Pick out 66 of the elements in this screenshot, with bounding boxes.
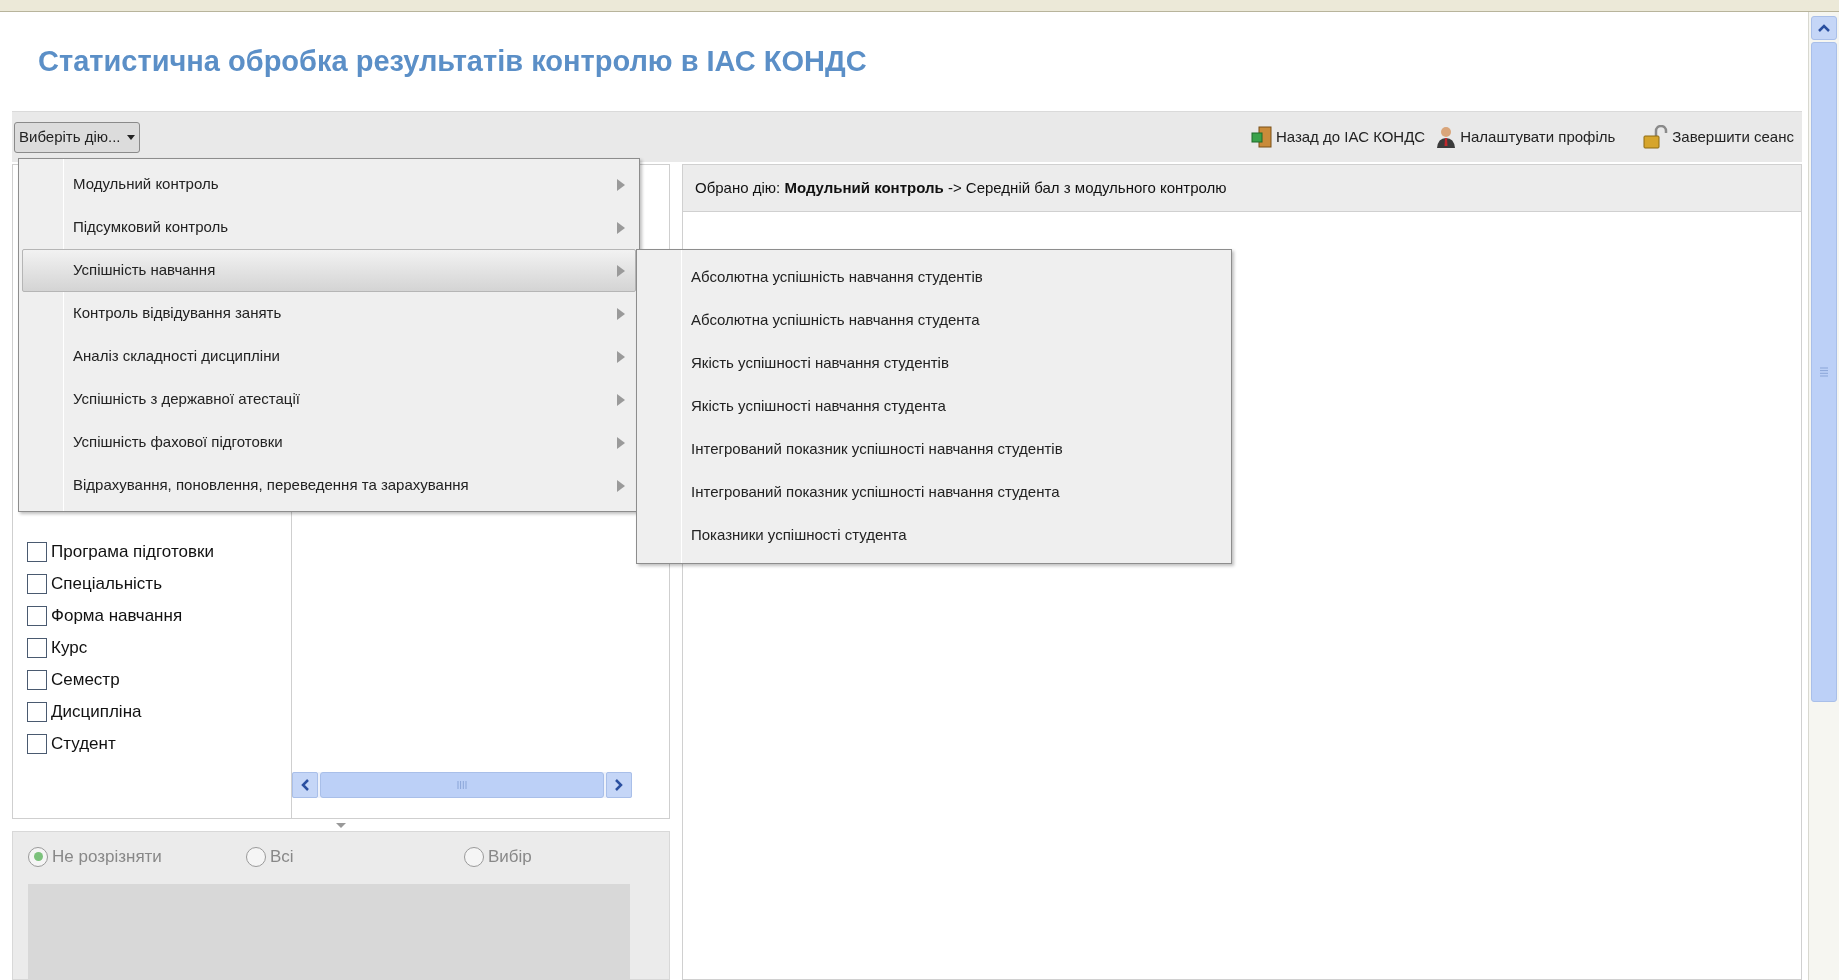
splitter-arrow-icon[interactable] [336, 822, 346, 828]
horizontal-scrollbar[interactable] [292, 772, 632, 798]
radio-button[interactable] [464, 846, 484, 867]
radio-button[interactable] [28, 846, 48, 867]
chevron-left-icon [301, 779, 309, 791]
page-title: Статистична обробка результатів контролю в ІАС КОНДС [38, 43, 867, 79]
menu-item[interactable]: Відрахування, поновлення, переведення та зарахування [22, 464, 636, 507]
checkbox[interactable] [27, 702, 47, 722]
vertical-scrollbar[interactable] [1808, 12, 1839, 980]
menu-item[interactable]: Підсумковий контроль [22, 206, 636, 249]
scrollbar-thumb[interactable] [1811, 42, 1837, 702]
checkbox-label: Дисципліна [51, 701, 142, 724]
submenu-item[interactable]: Якість успішності навчання студента [637, 385, 1231, 428]
submenu-item[interactable]: Якість успішності навчання студентів [637, 342, 1231, 385]
menu-item[interactable]: Модульний контроль [22, 163, 636, 206]
scrollbar-thumb[interactable] [320, 772, 604, 798]
toolbar-link[interactable]: Налаштувати профіль [1460, 125, 1616, 149]
submenu-arrow-icon [617, 178, 625, 191]
menu-item[interactable]: Успішність фахової підготовки [22, 421, 636, 464]
checkbox[interactable] [27, 670, 47, 690]
chevron-right-icon [615, 779, 623, 791]
door-exit-icon [1250, 126, 1273, 148]
radio-label: Вибір [488, 846, 532, 868]
submenu-item[interactable]: Абсолютна успішність навчання студентів [637, 256, 1231, 299]
submenu-arrow-icon [617, 436, 625, 449]
submenu-arrow-icon [617, 307, 625, 320]
checkbox[interactable] [27, 574, 47, 594]
submenu-arrow-icon [617, 264, 625, 277]
checkbox[interactable] [27, 734, 47, 754]
submenu-arrow-icon [617, 479, 625, 492]
scroll-up-button[interactable] [1811, 16, 1837, 40]
grip-icon [1820, 367, 1828, 377]
chevron-up-icon [1818, 24, 1830, 32]
grip-icon [457, 781, 467, 789]
checkbox-label: Семестр [51, 669, 120, 692]
radio-button[interactable] [246, 846, 266, 867]
toolbar-link[interactable]: Назад до ІАС КОНДС [1275, 125, 1426, 149]
toolbar-link[interactable]: Завершити сеанс [1672, 125, 1794, 149]
checkbox[interactable] [27, 542, 47, 562]
caret-icon [126, 134, 135, 140]
scroll-left-button[interactable] [292, 772, 318, 798]
submenu-item[interactable]: Інтегрований показник успішності навчання студентів [637, 428, 1231, 471]
radio-label: Всі [270, 846, 294, 868]
checkbox-label: Програма підготовки [51, 541, 214, 564]
selected-action-text: Обрано дію: Модульний контроль -> Середній бал з модульного контролю [695, 177, 1227, 198]
checkbox-label: Спеціальність [51, 573, 162, 596]
checkbox-label: Форма навчання [51, 605, 183, 628]
scroll-right-button[interactable] [606, 772, 632, 798]
radio-label: Не розрізняти [52, 846, 162, 868]
submenu-arrow-icon [617, 350, 625, 363]
menu-item[interactable]: Контроль відвідування занять [22, 292, 636, 335]
menu-item[interactable]: Успішність з державної атестації [22, 378, 636, 421]
submenu-arrow-icon [617, 221, 625, 234]
menu-item[interactable]: Аналіз складності дисципліни [22, 335, 636, 378]
menu-item[interactable]: Успішність навчання [22, 249, 636, 292]
submenu-item[interactable]: Абсолютна успішність навчання студента [637, 299, 1231, 342]
submenu-arrow-icon [617, 393, 625, 406]
checkbox-label: Студент [51, 733, 116, 756]
submenu-item[interactable]: Показники успішності студента [637, 514, 1231, 557]
action-dropdown-button[interactable]: Виберіть дію... [14, 121, 140, 153]
checkbox[interactable] [27, 638, 47, 658]
checkbox[interactable] [27, 606, 47, 626]
person-icon [1435, 126, 1458, 148]
unlocked-padlock-icon [1643, 125, 1670, 149]
submenu-item[interactable]: Інтегрований показник успішності навчання студента [637, 471, 1231, 514]
checkbox-label: Курс [51, 637, 88, 660]
